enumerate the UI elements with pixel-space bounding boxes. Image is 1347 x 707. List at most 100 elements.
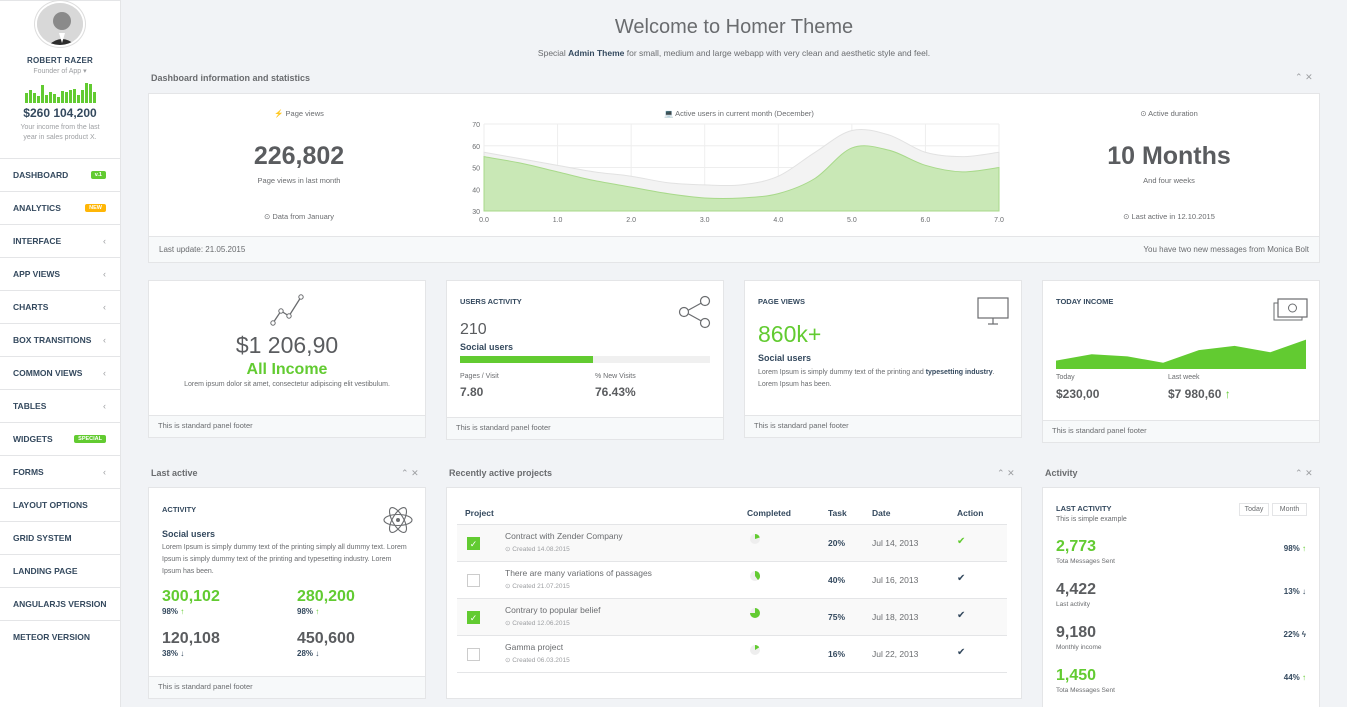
task-percent: 16%	[828, 649, 846, 659]
activity-stat-value: 120,108	[162, 630, 220, 647]
share-icon[interactable]	[677, 295, 713, 329]
chevron-left-icon: ‹	[103, 302, 106, 312]
collapse-icon[interactable]: ⌃	[401, 468, 409, 478]
avatar[interactable]	[35, 1, 85, 47]
activity-pct-row: 13% ↓	[1284, 587, 1306, 596]
row-checkbox[interactable]	[467, 574, 480, 587]
stats-panel-title: Dashboard information and statistics	[151, 73, 311, 83]
projects-title: Recently active projects	[449, 468, 553, 478]
project-date: Jul 14, 2013	[872, 538, 919, 548]
task-percent: 40%	[828, 575, 846, 585]
spark-bar	[60, 91, 64, 103]
nav-item-label: LAYOUT OPTIONS	[13, 500, 88, 510]
last-update: Last update: 21.05.2015	[159, 245, 246, 254]
spark-bar	[76, 95, 80, 103]
today-button[interactable]: Today	[1239, 503, 1269, 516]
nav-item-dashboard[interactable]: DASHBOARD v.1	[0, 158, 120, 191]
close-icon[interactable]: ✕	[1007, 468, 1015, 478]
activity-stat-value: 300,102	[162, 588, 220, 605]
row-checkbox[interactable]: ✓	[467, 611, 480, 624]
y-tick-label: 50	[472, 166, 480, 173]
col-date: Date	[872, 508, 891, 518]
today-income-card: TODAY INCOME Today $230,00 Last week $7 …	[1042, 280, 1320, 443]
nav-item-app-views[interactable]: APP VIEWS ‹	[0, 257, 120, 290]
check-action-icon[interactable]: ✔	[957, 610, 965, 621]
project-date: Jul 22, 2013	[872, 649, 919, 659]
project-name[interactable]: Gamma project	[505, 642, 563, 652]
x-tick-label: 2.0	[626, 217, 636, 224]
activity-label: Monthly income	[1056, 644, 1102, 651]
activity-title: Activity	[1045, 468, 1078, 478]
spark-bar	[28, 90, 32, 103]
close-icon[interactable]: ✕	[411, 468, 419, 478]
subtitle-text-end: for small, medium and large webapp with …	[624, 48, 931, 58]
check-action-icon[interactable]: ✔	[957, 647, 965, 658]
nav-item-analytics[interactable]: ANALYTICS NEW	[0, 191, 120, 224]
income-card: $1 206,90 All Income Lorem ipsum dolor s…	[148, 280, 426, 438]
nav-item-label: METEOR VERSION	[13, 632, 90, 642]
nav-item-common-views[interactable]: COMMON VIEWS ‹	[0, 356, 120, 389]
nav-item-label: BOX TRANSITIONS	[13, 335, 92, 345]
x-tick-label: 3.0	[700, 217, 710, 224]
activity-stat-value: 450,600	[297, 630, 355, 647]
nav-item-label: ANGULARJS VERSION	[13, 599, 107, 609]
spark-bar	[44, 95, 48, 103]
nav-item-grid-system[interactable]: GRID SYSTEM	[0, 521, 120, 554]
activity-stat-pct: 38%	[162, 649, 179, 658]
activity-pct: 13%	[1283, 587, 1300, 596]
activity-stat: 300,102 98% ↑	[162, 588, 220, 616]
nav-item-angularjs-version[interactable]: ANGULARJS VERSION	[0, 587, 120, 620]
new-visits-label: % New Visits	[595, 373, 636, 380]
row-checkbox[interactable]: ✓	[467, 537, 480, 550]
activity-stat-pct: 98%	[162, 607, 179, 616]
spark-bar	[52, 94, 56, 103]
nav-item-layout-options[interactable]: LAYOUT OPTIONS	[0, 488, 120, 521]
activity-label: Last activity	[1056, 601, 1090, 608]
project-name[interactable]: Contract with Zender Company	[505, 531, 623, 541]
profile-name[interactable]: ROBERT RAZER	[0, 56, 120, 65]
activity-value: 2,773	[1056, 538, 1097, 555]
project-name[interactable]: There are many variations of passages	[505, 568, 652, 578]
profile-sparkline	[19, 81, 101, 103]
spark-bar	[56, 97, 60, 103]
y-tick-label: 60	[472, 144, 480, 151]
page-header: Welcome to Homer Theme Special Admin The…	[121, 16, 1347, 58]
month-button[interactable]: Month	[1272, 503, 1307, 516]
nav-item-meteor-version[interactable]: METEOR VERSION	[0, 620, 120, 653]
pages-visit-label: Pages / Visit	[460, 373, 499, 380]
last-active-title: Last active	[151, 468, 198, 478]
check-action-icon[interactable]: ✔	[957, 573, 965, 584]
nav-item-widgets[interactable]: WIDGETS SPECIAL	[0, 422, 120, 455]
nav-item-label: DASHBOARD	[13, 170, 69, 180]
nav-item-interface[interactable]: INTERFACE ‹	[0, 224, 120, 257]
nav-item-charts[interactable]: CHARTS ‹	[0, 290, 120, 323]
profile-role-dropdown[interactable]: Founder of App ▾	[0, 67, 120, 75]
x-tick-label: 5.0	[847, 217, 857, 224]
spark-bar	[72, 89, 76, 103]
project-name[interactable]: Contrary to popular belief	[505, 605, 600, 615]
nav-item-tables[interactable]: TABLES ‹	[0, 389, 120, 422]
income-value: $1 206,90	[235, 332, 339, 358]
check-action-icon[interactable]: ✔	[957, 536, 965, 547]
chart-label: 💻 Active users in current month (Decembe…	[664, 109, 814, 118]
spark-bar	[84, 83, 88, 103]
collapse-icon[interactable]: ⌃	[997, 468, 1005, 478]
row-checkbox[interactable]	[467, 648, 480, 661]
activity-stat-pct: 98%	[297, 607, 314, 616]
project-date: Jul 16, 2013	[872, 575, 919, 585]
nav-item-forms[interactable]: FORMS ‹	[0, 455, 120, 488]
page-views-footer: This is standard panel footer	[745, 415, 1021, 437]
close-icon[interactable]: ✕	[1305, 72, 1313, 82]
sidebar-nav: DASHBOARD v.1 ANALYTICS NEW INTERFACE ‹ APP VI…	[0, 158, 120, 653]
nav-item-box-transitions[interactable]: BOX TRANSITIONS ‹	[0, 323, 120, 356]
chevron-left-icon: ‹	[103, 467, 106, 477]
activity-pct: 22%	[1283, 630, 1300, 639]
pageviews-label: ⚡ Page views	[274, 109, 324, 118]
users-progress-track	[460, 356, 710, 363]
collapse-icon[interactable]: ⌃	[1295, 468, 1303, 478]
collapse-icon[interactable]: ⌃	[1295, 72, 1303, 82]
close-icon[interactable]: ✕	[1305, 468, 1313, 478]
nav-item-landing-page[interactable]: LANDING PAGE	[0, 554, 120, 587]
y-tick-label: 70	[472, 122, 480, 129]
project-created: ⊙ Created 14.08.2015	[505, 546, 570, 553]
